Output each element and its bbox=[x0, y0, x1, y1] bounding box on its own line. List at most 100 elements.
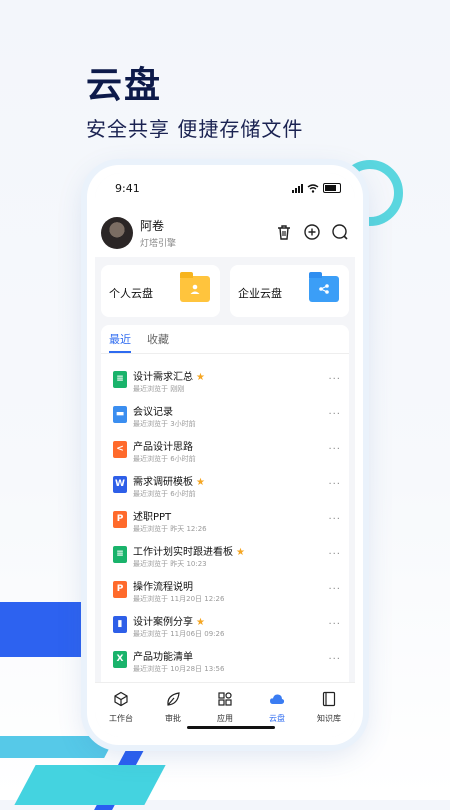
file-row[interactable]: W 需求调研模板 ★ 最近浏览于 6小时前 ··· bbox=[109, 466, 349, 501]
tab-label: 应用 bbox=[217, 714, 233, 723]
excel-icon: X bbox=[113, 651, 127, 668]
more-icon[interactable]: ··· bbox=[328, 549, 341, 560]
file-name-wrap: 设计需求汇总 ★ bbox=[133, 368, 205, 383]
tab-favorites[interactable]: 收藏 bbox=[147, 331, 169, 353]
file-last-viewed: 最近浏览于 昨天 12:26 bbox=[133, 525, 207, 533]
tab-workbench[interactable]: 工作台 bbox=[95, 683, 147, 737]
file-name-wrap: 述职PPT bbox=[133, 508, 171, 523]
sheet-icon: ≡ bbox=[113, 546, 127, 563]
add-icon[interactable] bbox=[303, 223, 321, 241]
word-icon: W bbox=[113, 476, 127, 493]
avatar[interactable] bbox=[101, 217, 133, 249]
personal-drive-card[interactable]: 个人云盘 bbox=[101, 265, 220, 317]
more-icon[interactable]: ··· bbox=[328, 479, 341, 490]
tab-label: 云盘 bbox=[269, 714, 285, 723]
file-name: 设计案例分享 bbox=[133, 617, 193, 628]
file-name-wrap: 会议记录 bbox=[133, 403, 173, 418]
file-last-viewed: 最近浏览于 昨天 10:23 bbox=[133, 560, 207, 568]
star-icon: ★ bbox=[196, 617, 205, 628]
status-bar: 9:41 bbox=[95, 173, 355, 203]
file-name-wrap: 产品设计思路 bbox=[133, 438, 193, 453]
trash-icon[interactable] bbox=[275, 223, 293, 241]
drive-cards: 个人云盘 企业云盘 bbox=[101, 265, 349, 317]
book-icon: ▮ bbox=[113, 616, 127, 633]
more-icon[interactable]: ··· bbox=[328, 619, 341, 630]
file-name: 述职PPT bbox=[133, 512, 172, 523]
drive-label: 企业云盘 bbox=[238, 287, 282, 300]
star-icon: ★ bbox=[196, 372, 205, 383]
file-row[interactable]: P 操作流程说明最近浏览于 11月20日 12:26 ··· bbox=[109, 571, 349, 606]
more-icon[interactable]: ··· bbox=[328, 374, 341, 385]
star-icon: ★ bbox=[196, 477, 205, 488]
file-row[interactable]: ▬ 会议记录最近浏览于 3小时前 ··· bbox=[109, 396, 349, 431]
file-last-viewed: 最近浏览于 刚刚 bbox=[133, 385, 185, 393]
file-name-wrap: 设计案例分享 ★ bbox=[133, 613, 205, 628]
file-row[interactable]: ≡ 工作计划实时跟进看板 ★ 最近浏览于 昨天 10:23 ··· bbox=[109, 536, 349, 571]
share-folder-icon bbox=[309, 272, 339, 302]
file-list: ≡ 设计需求汇总 ★ 最近浏览于 刚刚 ··· ▬ 会议记录 最近浏览于 3小时前 ··· < 产品… bbox=[109, 361, 349, 711]
file-name: 设计需求汇总 bbox=[133, 372, 193, 383]
hero-title: 云盘 bbox=[86, 65, 163, 106]
file-name-wrap: 操作流程说明 bbox=[133, 578, 193, 593]
file-last-viewed: 最近浏览于 3小时前 bbox=[133, 420, 196, 428]
search-icon[interactable] bbox=[331, 223, 349, 241]
ppt-icon: P bbox=[113, 511, 127, 528]
person-folder-icon bbox=[180, 272, 210, 302]
more-icon[interactable]: ··· bbox=[328, 514, 341, 525]
file-row[interactable]: < 产品设计思路 最近浏览于 6小时前 ··· bbox=[109, 431, 349, 466]
more-icon[interactable]: ··· bbox=[328, 584, 341, 595]
header-actions bbox=[275, 223, 349, 241]
tab-label: 知识库 bbox=[317, 714, 341, 723]
file-name-wrap: 产品功能清单 bbox=[133, 648, 193, 663]
file-name-wrap: 需求调研模板 ★ bbox=[133, 473, 205, 488]
sheet-icon: ≡ bbox=[113, 371, 127, 388]
status-time: 9:41 bbox=[115, 182, 140, 195]
more-icon[interactable]: ··· bbox=[328, 409, 341, 420]
file-last-viewed: 最近浏览于 6小时前 bbox=[133, 455, 196, 463]
apps-grid-icon bbox=[218, 692, 232, 706]
tab-recent[interactable]: 最近 bbox=[109, 331, 131, 353]
tab-label: 审批 bbox=[165, 714, 181, 723]
more-icon[interactable]: ··· bbox=[328, 654, 341, 665]
file-row[interactable]: ≡ 设计需求汇总 ★ 最近浏览于 刚刚 ··· bbox=[109, 361, 349, 396]
leaf-icon bbox=[167, 692, 180, 706]
file-last-viewed: 最近浏览于 11月06日 09:26 bbox=[133, 630, 225, 638]
hero-subtitle: 安全共享 便捷存储文件 bbox=[86, 117, 304, 141]
more-icon[interactable]: ··· bbox=[328, 444, 341, 455]
decorative-stripe bbox=[0, 736, 116, 758]
file-last-viewed: 最近浏览于 6小时前 bbox=[133, 490, 196, 498]
file-list-card: 最近 收藏 ≡ 设计需求汇总 ★ 最近浏览于 刚刚 ··· ▬ 会议记录 最近浏览于 3小时前… bbox=[101, 325, 349, 737]
file-last-viewed: 最近浏览于 10月28日 13:56 bbox=[133, 665, 225, 673]
status-icons bbox=[292, 183, 341, 193]
phone-screen: 9:41 阿卷 灯塔引擎 个人云盘 企业云盘 最近 收藏 ≡ 设计需求汇总 ★ … bbox=[95, 173, 355, 737]
file-row[interactable]: X 产品功能清单最近浏览于 10月28日 13:56 ··· bbox=[109, 641, 349, 676]
user-subtitle: 灯塔引擎 bbox=[140, 239, 177, 249]
home-indicator bbox=[187, 726, 275, 729]
cube-icon bbox=[114, 691, 128, 707]
doc-icon: ▬ bbox=[113, 406, 127, 423]
battery-icon bbox=[323, 183, 341, 193]
enterprise-drive-card[interactable]: 企业云盘 bbox=[230, 265, 349, 317]
file-last-viewed: 最近浏览于 11月20日 12:26 bbox=[133, 595, 225, 603]
star-icon: ★ bbox=[236, 547, 245, 558]
cloud-icon bbox=[270, 694, 285, 704]
signal-icon bbox=[292, 183, 303, 193]
decorative-stripe bbox=[14, 765, 166, 805]
file-name: 产品设计思路 bbox=[133, 442, 193, 453]
user-name: 阿卷 bbox=[140, 219, 165, 233]
drive-label: 个人云盘 bbox=[109, 287, 153, 300]
file-name: 工作计划实时跟进看板 bbox=[133, 547, 233, 558]
ppt-icon: P bbox=[113, 581, 127, 598]
file-name-wrap: 工作计划实时跟进看板 ★ bbox=[133, 543, 245, 558]
bottom-tab-bar: 工作台 审批 应用 云盘 知识库 bbox=[95, 682, 355, 737]
file-row[interactable]: P 述职PPT 最近浏览于 昨天 12:26 ··· bbox=[109, 501, 349, 536]
file-name: 产品功能清单 bbox=[133, 652, 193, 663]
file-row[interactable]: ▮ 设计案例分享 ★ 最近浏览于 11月06日 09:26 ··· bbox=[109, 606, 349, 641]
tab-knowledge[interactable]: 知识库 bbox=[303, 683, 355, 737]
file-name: 会议记录 bbox=[133, 407, 173, 418]
tab-label: 工作台 bbox=[109, 714, 133, 723]
file-name: 操作流程说明 bbox=[133, 582, 193, 593]
wifi-icon bbox=[307, 183, 319, 193]
profile-header: 阿卷 灯塔引擎 bbox=[95, 203, 355, 257]
mindmap-icon: < bbox=[113, 441, 127, 458]
